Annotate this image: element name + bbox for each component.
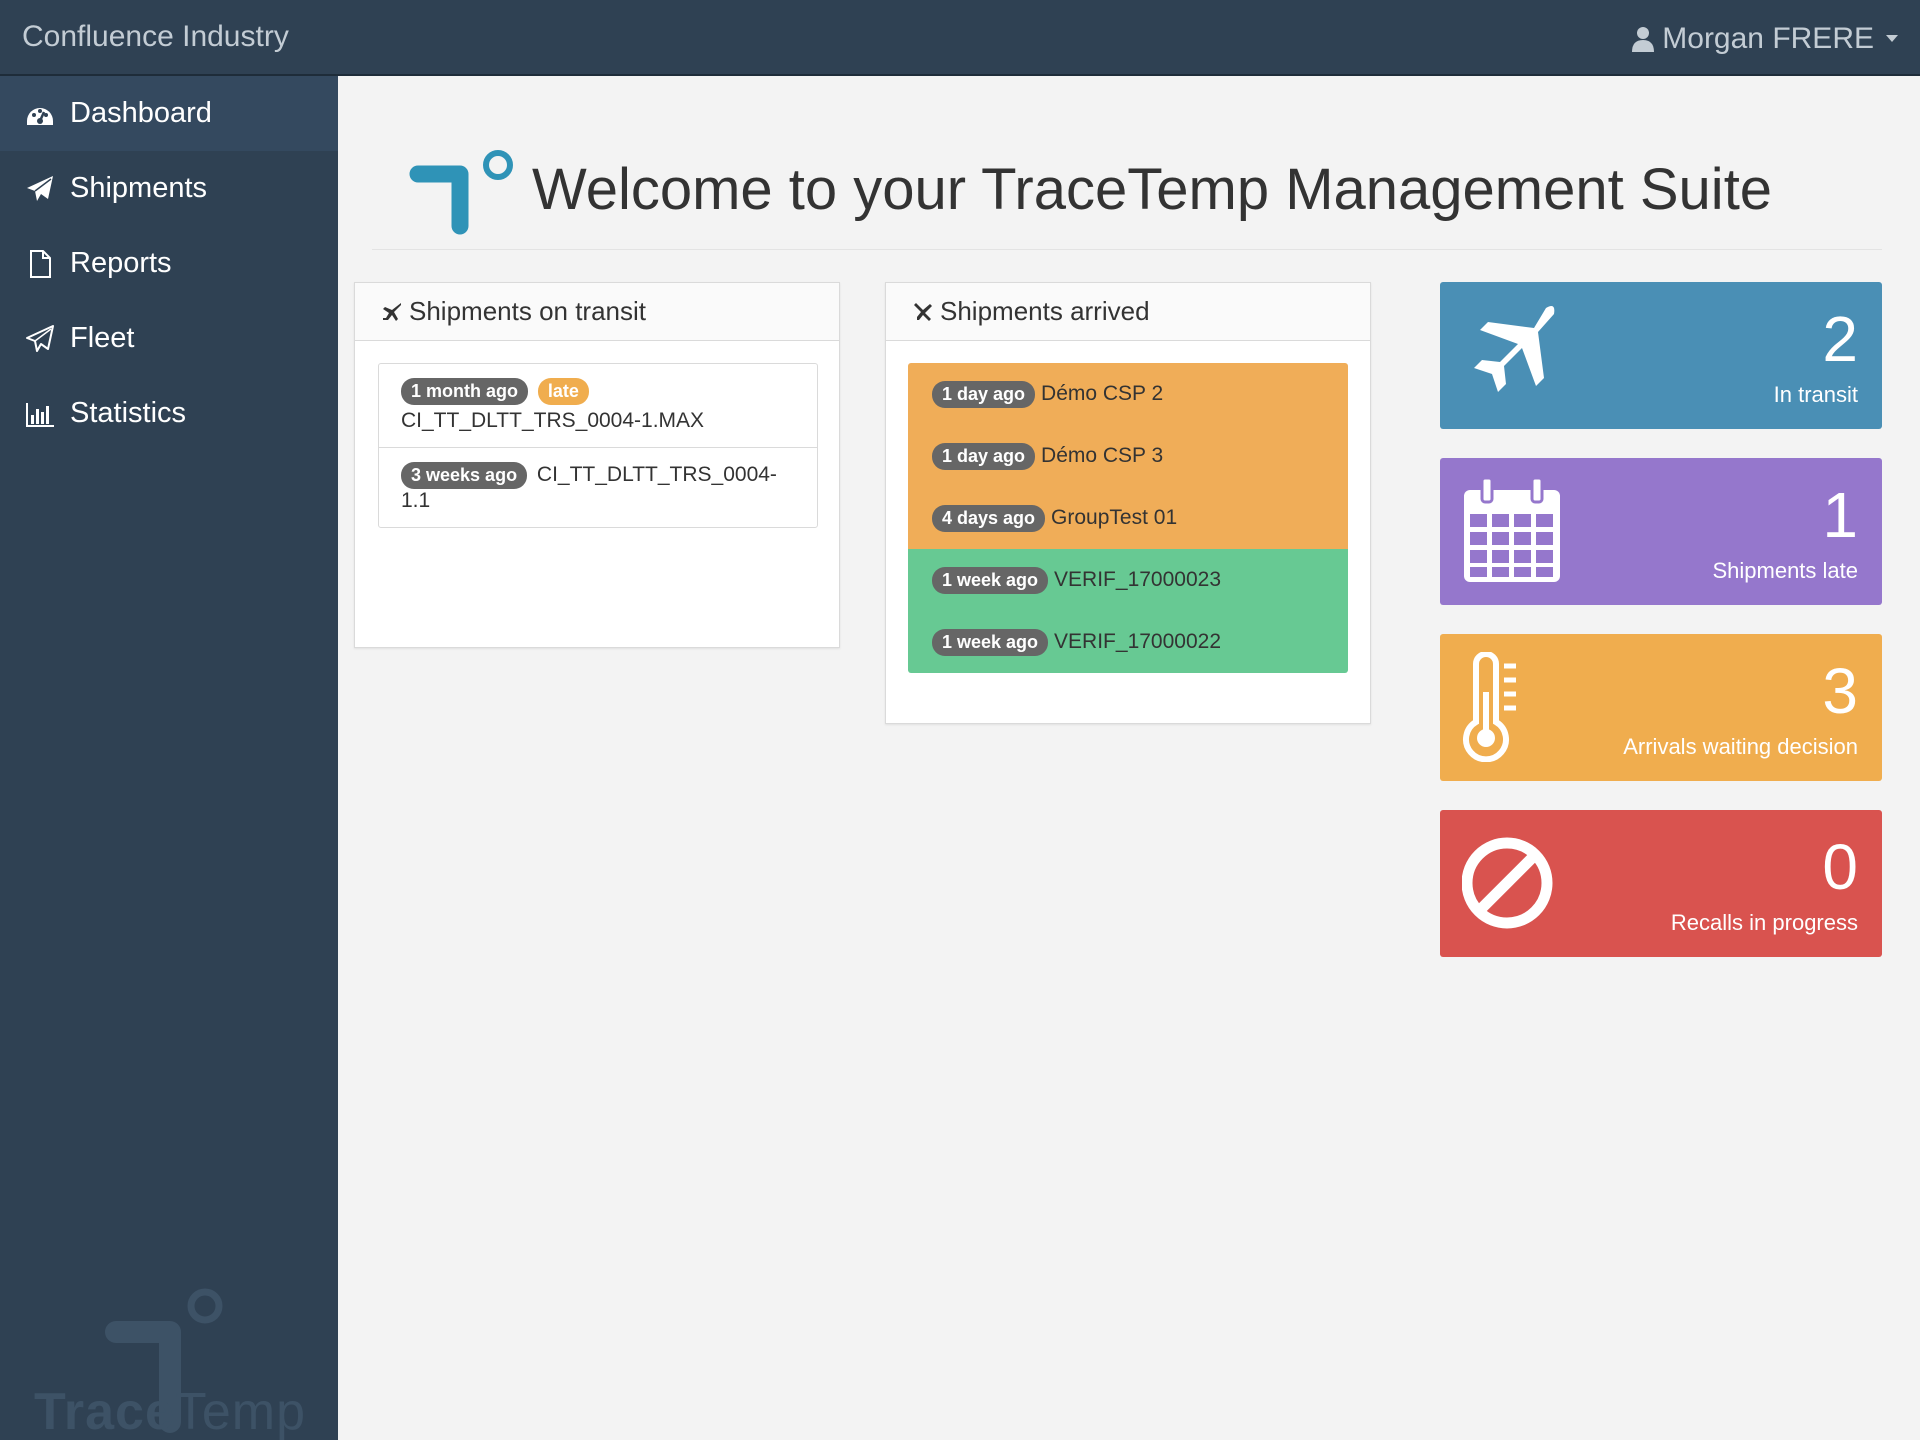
stat-value: 0 — [1822, 831, 1858, 903]
panel-title: Shipments arrived — [940, 296, 1150, 326]
sidebar-item-statistics[interactable]: Statistics — [0, 376, 338, 451]
panel-heading: Shipments on transit — [355, 283, 839, 341]
ban-icon — [1462, 837, 1553, 929]
stat-value: 1 — [1822, 479, 1858, 551]
shipment-name: VERIF_17000023 — [1054, 568, 1222, 591]
age-badge: 1 day ago — [932, 380, 1036, 408]
sidebar-item-label: Fleet — [70, 322, 135, 354]
bar-chart-icon — [24, 398, 56, 430]
page-header: Welcome to your TraceTemp Management Sui… — [372, 146, 1882, 250]
sidebar-item-label: Statistics — [70, 397, 187, 429]
user-icon — [1632, 27, 1655, 52]
shipment-name: Démo CSP 3 — [1041, 444, 1164, 467]
user-menu[interactable]: Morgan FRERE — [1632, 22, 1898, 56]
sidebar-item-fleet[interactable]: Fleet — [0, 301, 338, 376]
age-badge: 4 days ago — [932, 504, 1046, 532]
age-badge: 1 month ago — [401, 378, 528, 405]
age-badge: 1 week ago — [932, 566, 1049, 594]
thermometer-icon — [1463, 652, 1516, 762]
top-navbar: Confluence Industry Morgan FRERE — [0, 0, 1920, 76]
sidebar-item-dashboard[interactable]: Dashboard — [0, 76, 338, 151]
tracetemp-logo — [409, 150, 513, 235]
list-item[interactable]: 1 month ago late CI_TT_DLTT_TRS_0004-1.M… — [379, 364, 817, 448]
age-badge: 1 day ago — [932, 442, 1036, 470]
page-title: Welcome to your TraceTemp Management Sui… — [532, 157, 1773, 222]
arrived-panel: Shipments arrived 1 day ago Démo CSP 2 1… — [885, 282, 1371, 724]
list-item[interactable]: 4 days ago GroupTest 01 — [908, 487, 1348, 549]
age-badge: 1 week ago — [932, 628, 1049, 656]
user-name: Morgan FRERE — [1662, 22, 1874, 55]
file-icon — [24, 248, 56, 280]
list-item[interactable]: 1 week ago VERIF_17000022 — [908, 611, 1348, 673]
stat-label: Arrivals waiting decision — [1623, 734, 1858, 759]
sidebar: Dashboard Shipments Reports Fleet Statis… — [0, 76, 338, 1440]
shipment-name: VERIF_17000022 — [1054, 630, 1222, 653]
stat-label: Recalls in progress — [1670, 910, 1858, 935]
stat-value: 2 — [1822, 303, 1858, 375]
paper-plane-icon — [24, 323, 56, 355]
stat-in-transit[interactable]: 2 In transit — [1440, 282, 1882, 429]
sidebar-item-label: Shipments — [70, 172, 208, 204]
list-item[interactable]: 3 weeks ago CI_TT_DLTT_TRS_0004-1.1 — [379, 448, 817, 527]
plane-icon — [383, 302, 401, 321]
sidebar-item-shipments[interactable]: Shipments — [0, 151, 338, 226]
arrived-list: 1 day ago Démo CSP 2 1 day ago Démo CSP … — [908, 363, 1348, 673]
list-item[interactable]: 1 day ago Démo CSP 3 — [908, 425, 1348, 487]
dashboard-icon — [24, 98, 56, 130]
stat-recalls[interactable]: 0 Recalls in progress — [1440, 810, 1882, 957]
stat-label: In transit — [1773, 382, 1858, 407]
transit-panel: Shipments on transit 1 month ago late CI… — [354, 282, 840, 648]
panel-heading: Shipments arrived — [886, 283, 1370, 341]
brand-name[interactable]: Confluence Industry — [22, 20, 289, 54]
caret-down-icon — [1886, 35, 1898, 42]
stat-label: Shipments late — [1712, 558, 1858, 583]
main-content: Welcome to your TraceTemp Management Sui… — [338, 76, 1920, 1440]
transit-list: 1 month ago late CI_TT_DLTT_TRS_0004-1.M… — [378, 363, 818, 528]
sidebar-item-reports[interactable]: Reports — [0, 226, 338, 301]
late-badge: late — [537, 378, 589, 405]
send-icon — [24, 173, 56, 205]
stat-shipments-late[interactable]: 1 Shipments late — [1440, 458, 1882, 605]
list-item[interactable]: 1 week ago VERIF_17000023 — [908, 549, 1348, 611]
shipment-name: Démo CSP 2 — [1041, 382, 1164, 405]
shipment-name: CI_TT_DLTT_TRS_0004-1.MAX — [401, 409, 705, 432]
age-badge: 3 weeks ago — [401, 462, 528, 489]
stat-value: 3 — [1822, 655, 1858, 727]
panel-title: Shipments on transit — [409, 296, 647, 326]
tracetemp-logo-text: TraceTemp — [34, 1383, 307, 1440]
calendar-icon — [1464, 476, 1560, 582]
list-item[interactable]: 1 day ago Démo CSP 2 — [908, 363, 1348, 425]
shipment-name: GroupTest 01 — [1051, 506, 1178, 529]
sidebar-item-label: Dashboard — [70, 97, 212, 129]
stat-arrivals-waiting[interactable]: 3 Arrivals waiting decision — [1440, 634, 1882, 781]
plane-landing-icon — [914, 302, 932, 321]
sidebar-item-label: Reports — [70, 247, 172, 279]
plane-icon — [1474, 306, 1555, 392]
